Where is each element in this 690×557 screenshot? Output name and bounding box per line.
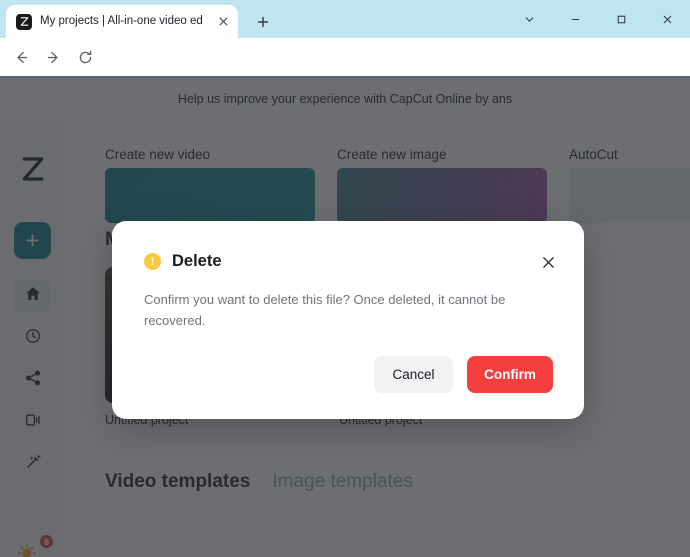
- browser-tab[interactable]: My projects | All-in-one video ed: [6, 5, 238, 38]
- cancel-button[interactable]: Cancel: [374, 356, 453, 393]
- dialog-message: Confirm you want to delete this file? On…: [144, 292, 506, 328]
- forward-icon[interactable]: [42, 46, 64, 68]
- minimize-icon[interactable]: [552, 0, 598, 38]
- warning-icon: !: [144, 253, 161, 270]
- capcut-logo-icon: [16, 13, 32, 30]
- browser-toolbar: capcut.com/my-edit: [0, 38, 690, 109]
- delete-confirmation-dialog: ! Delete Confirm you want to delete this…: [112, 221, 584, 419]
- new-tab-button[interactable]: [252, 11, 274, 33]
- dialog-actions: Cancel Confirm: [374, 356, 553, 393]
- maximize-icon[interactable]: [598, 0, 644, 38]
- close-icon[interactable]: [538, 252, 558, 272]
- back-icon[interactable]: [10, 46, 32, 68]
- window-controls: [506, 0, 690, 38]
- browser-window: My projects | All-in-one video ed ! Dele…: [0, 0, 690, 557]
- chevron-down-icon[interactable]: [506, 0, 552, 38]
- reload-icon[interactable]: [74, 46, 96, 68]
- title-bar: My projects | All-in-one video ed: [0, 0, 690, 38]
- dialog-title: Delete: [172, 252, 222, 270]
- close-icon[interactable]: [644, 0, 690, 38]
- confirm-button[interactable]: Confirm: [467, 356, 553, 393]
- dialog-header: ! Delete: [144, 252, 222, 271]
- tab-title: My projects | All-in-one video ed: [40, 15, 203, 27]
- close-icon[interactable]: [214, 13, 232, 31]
